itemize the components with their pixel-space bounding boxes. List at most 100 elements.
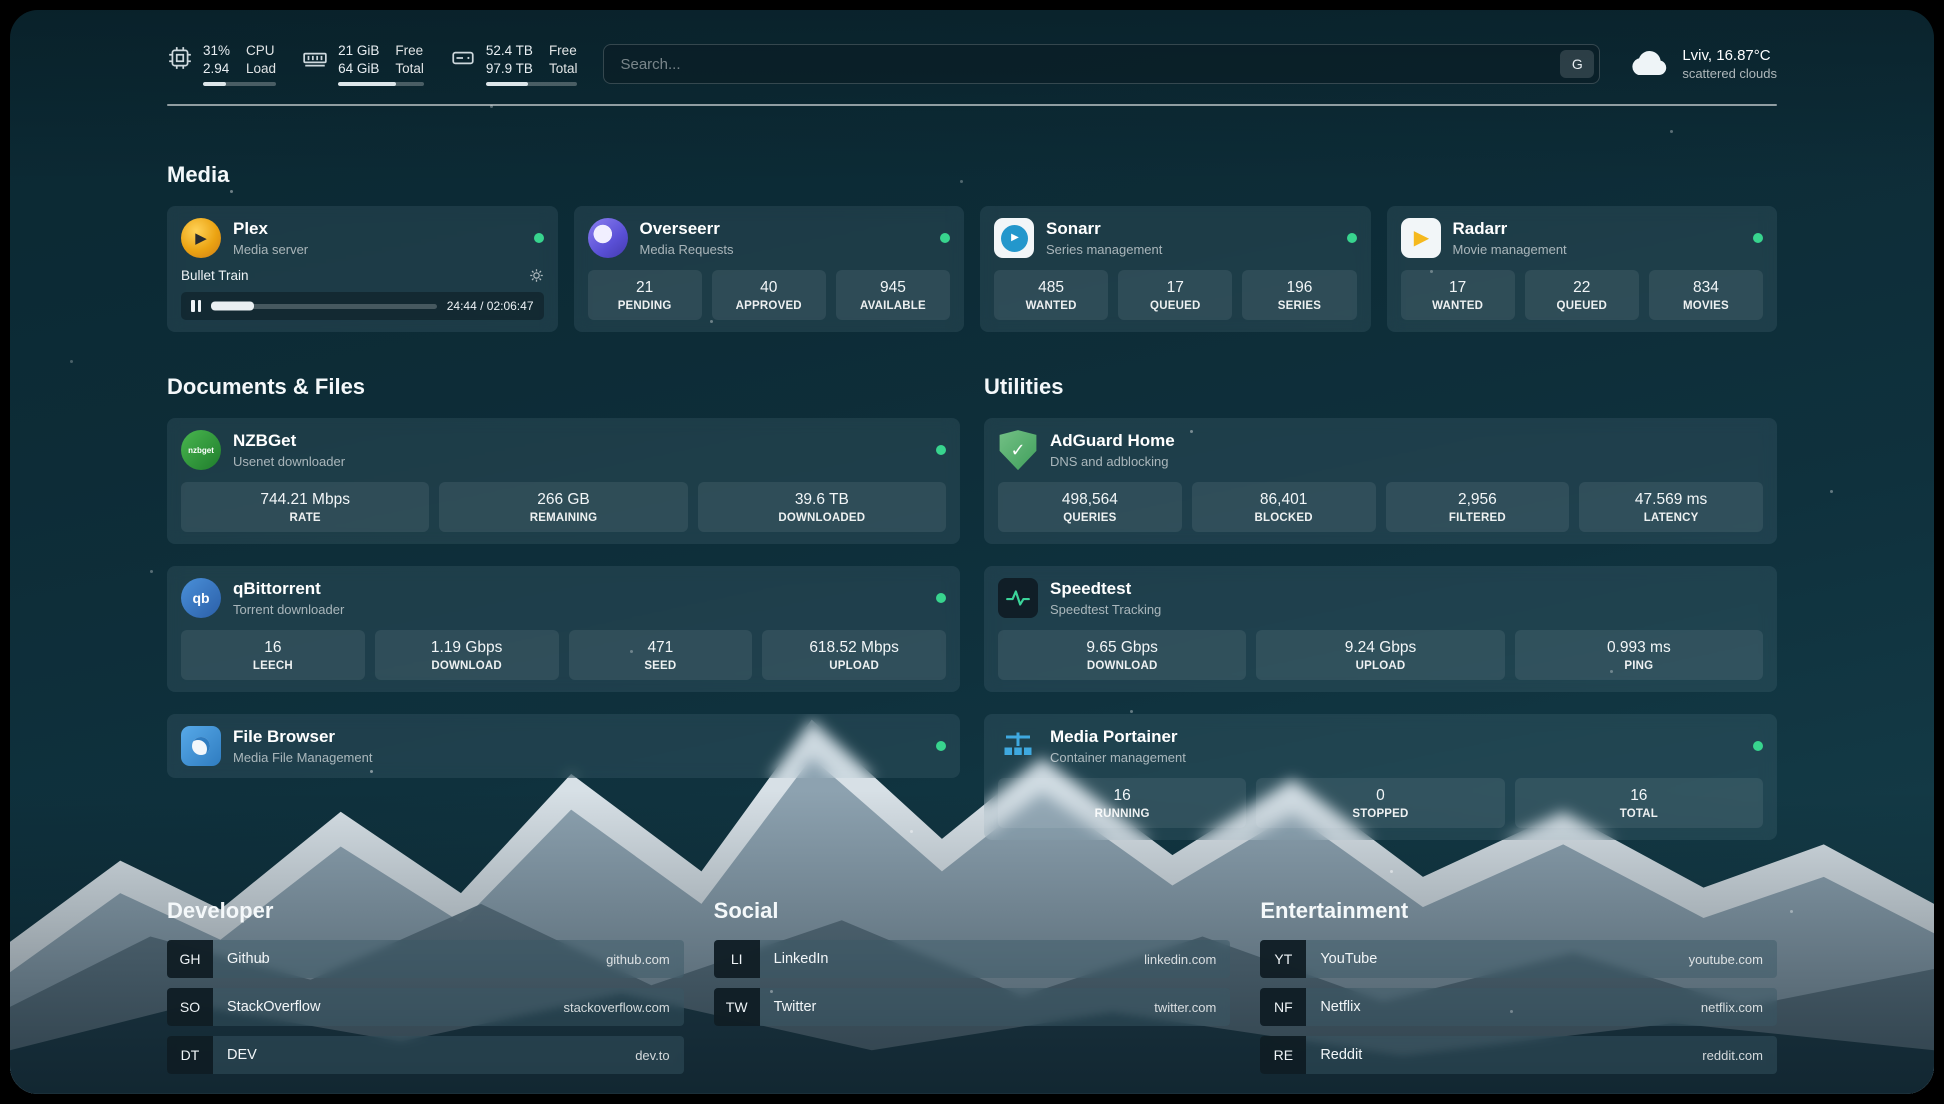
service-name: Speedtest bbox=[1050, 579, 1161, 599]
stat-box: 9.65 Gbps DOWNLOAD bbox=[998, 630, 1246, 680]
nzbget-service-link[interactable]: nzbget NZBGet Usenet downloader bbox=[181, 430, 946, 470]
stat-box: 16 RUNNING bbox=[998, 778, 1246, 828]
service-subtitle: Torrent downloader bbox=[233, 602, 344, 617]
service-subtitle: Usenet downloader bbox=[233, 454, 345, 469]
stat-box: 618.52 Mbps UPLOAD bbox=[762, 630, 946, 680]
bookmark-abbr: SO bbox=[167, 988, 213, 1026]
speedtest-service-link[interactable]: Speedtest Speedtest Tracking bbox=[998, 578, 1763, 618]
bookmark-group-title: Developer bbox=[167, 898, 684, 924]
radarr-service-link[interactable]: ▶ Radarr Movie management bbox=[1401, 218, 1764, 258]
cpu-widget: 31% 2.94 CPU Load bbox=[167, 42, 276, 86]
stat-box: 9.24 Gbps UPLOAD bbox=[1256, 630, 1504, 680]
cpu-progress-track bbox=[203, 82, 276, 86]
disk-progress-track bbox=[486, 82, 578, 86]
service-subtitle: Media File Management bbox=[233, 750, 372, 765]
memory-free: 21 GiB bbox=[338, 42, 379, 60]
speedtest-card: Speedtest Speedtest Tracking 9.65 Gbps D… bbox=[984, 566, 1777, 692]
stat-box: 47.569 ms LATENCY bbox=[1579, 482, 1763, 532]
overseerr-service-link[interactable]: Overseerr Media Requests bbox=[588, 218, 951, 258]
bookmark-reddit[interactable]: RE Reddit reddit.com bbox=[1260, 1036, 1777, 1074]
search-input[interactable] bbox=[603, 44, 1600, 84]
bookmark-netflix[interactable]: NF Netflix netflix.com bbox=[1260, 988, 1777, 1026]
bookmark-url: github.com bbox=[606, 952, 684, 967]
bookmark-abbr: LI bbox=[714, 940, 760, 978]
disk-label-top: Free bbox=[549, 42, 578, 60]
documents-column: Documents & Files nzbget NZBGet Usenet d… bbox=[167, 374, 960, 778]
memory-widget: 21 GiB 64 GiB Free Total bbox=[302, 42, 424, 86]
service-name: NZBGet bbox=[233, 431, 345, 451]
disk-free: 52.4 TB bbox=[486, 42, 533, 60]
gear-icon[interactable] bbox=[529, 268, 544, 283]
stat-box: 17 QUEUED bbox=[1118, 270, 1232, 320]
service-name: Radarr bbox=[1453, 219, 1567, 239]
stat-box: 16 LEECH bbox=[181, 630, 365, 680]
bookmark-url: stackoverflow.com bbox=[563, 1000, 683, 1015]
bookmark-url: linkedin.com bbox=[1144, 952, 1230, 967]
stat-box: 0.993 ms PING bbox=[1515, 630, 1763, 680]
qbittorrent-service-link[interactable]: qb qBittorrent Torrent downloader bbox=[181, 578, 946, 618]
bookmark-url: netflix.com bbox=[1701, 1000, 1777, 1015]
memory-total: 64 GiB bbox=[338, 60, 379, 78]
speedtest-icon bbox=[998, 578, 1038, 618]
adguard-service-link[interactable]: ✓ AdGuard Home DNS and adblocking bbox=[998, 430, 1763, 470]
bookmark-dev[interactable]: DT DEV dev.to bbox=[167, 1036, 684, 1074]
weather-condition: scattered clouds bbox=[1682, 66, 1777, 81]
bookmark-name: DEV bbox=[213, 1047, 257, 1063]
cpu-label-bottom: Load bbox=[246, 60, 276, 78]
section-title-utilities: Utilities bbox=[984, 374, 1777, 400]
section-title-documents: Documents & Files bbox=[167, 374, 960, 400]
disk-label-bottom: Total bbox=[549, 60, 578, 78]
bookmark-url: reddit.com bbox=[1702, 1048, 1777, 1063]
filebrowser-service-link[interactable]: File Browser Media File Management bbox=[181, 726, 946, 766]
bookmark-twitter[interactable]: TW Twitter twitter.com bbox=[714, 988, 1231, 1026]
portainer-icon bbox=[998, 726, 1038, 766]
stat-box: 485 WANTED bbox=[994, 270, 1108, 320]
top-bar: 31% 2.94 CPU Load bbox=[167, 42, 1777, 86]
cpu-percent: 31% bbox=[203, 42, 230, 60]
portainer-card: Media Portainer Container management 16 … bbox=[984, 714, 1777, 840]
cloud-icon bbox=[1626, 47, 1670, 82]
status-dot bbox=[534, 233, 544, 243]
sonarr-service-link[interactable]: ▶ Sonarr Series management bbox=[994, 218, 1357, 258]
status-dot bbox=[1753, 233, 1763, 243]
portainer-service-link[interactable]: Media Portainer Container management bbox=[998, 726, 1763, 766]
bookmark-stackoverflow[interactable]: SO StackOverflow stackoverflow.com bbox=[167, 988, 684, 1026]
service-subtitle: Movie management bbox=[1453, 242, 1567, 257]
adguard-card: ✓ AdGuard Home DNS and adblocking 498,56… bbox=[984, 418, 1777, 544]
stat-box: 86,401 BLOCKED bbox=[1192, 482, 1376, 532]
search-provider-button[interactable]: G bbox=[1560, 50, 1594, 78]
playback-progress-track[interactable] bbox=[211, 304, 437, 309]
cpu-label-top: CPU bbox=[246, 42, 276, 60]
disk-progress-fill bbox=[486, 82, 528, 86]
bookmark-name: Netflix bbox=[1306, 999, 1360, 1015]
bookmark-name: Twitter bbox=[760, 999, 817, 1015]
bookmark-name: YouTube bbox=[1306, 951, 1377, 967]
filebrowser-icon bbox=[181, 726, 221, 766]
bookmark-abbr: NF bbox=[1260, 988, 1306, 1026]
memory-label-top: Free bbox=[395, 42, 424, 60]
bookmark-name: StackOverflow bbox=[213, 999, 320, 1015]
nzbget-card: nzbget NZBGet Usenet downloader 744.21 M… bbox=[167, 418, 960, 544]
plex-card: ▶ Plex Media server Bullet Train bbox=[167, 206, 558, 332]
memory-label-bottom: Total bbox=[395, 60, 424, 78]
cpu-load: 2.94 bbox=[203, 60, 230, 78]
bookmark-name: Github bbox=[213, 951, 270, 967]
service-name: AdGuard Home bbox=[1050, 431, 1175, 451]
status-dot bbox=[1347, 233, 1357, 243]
pause-icon[interactable] bbox=[191, 300, 201, 312]
bookmarks-section: Developer GH Github github.com SO StackO… bbox=[167, 898, 1777, 1084]
stat-box: 945 AVAILABLE bbox=[836, 270, 950, 320]
bookmark-github[interactable]: GH Github github.com bbox=[167, 940, 684, 978]
plex-service-link[interactable]: ▶ Plex Media server bbox=[181, 218, 544, 258]
service-subtitle: DNS and adblocking bbox=[1050, 454, 1175, 469]
service-name: Media Portainer bbox=[1050, 727, 1186, 747]
bookmark-abbr: RE bbox=[1260, 1036, 1306, 1074]
stat-box: 498,564 QUERIES bbox=[998, 482, 1182, 532]
dashboard-screen: 31% 2.94 CPU Load bbox=[10, 10, 1934, 1094]
bookmark-youtube[interactable]: YT YouTube youtube.com bbox=[1260, 940, 1777, 978]
bookmark-linkedin[interactable]: LI LinkedIn linkedin.com bbox=[714, 940, 1231, 978]
bookmarks-entertainment: Entertainment YT YouTube youtube.com NF … bbox=[1260, 898, 1777, 1084]
radarr-card: ▶ Radarr Movie management 17 WANTED 22 Q… bbox=[1387, 206, 1778, 332]
service-subtitle: Media server bbox=[233, 242, 308, 257]
bookmark-url: youtube.com bbox=[1689, 952, 1777, 967]
